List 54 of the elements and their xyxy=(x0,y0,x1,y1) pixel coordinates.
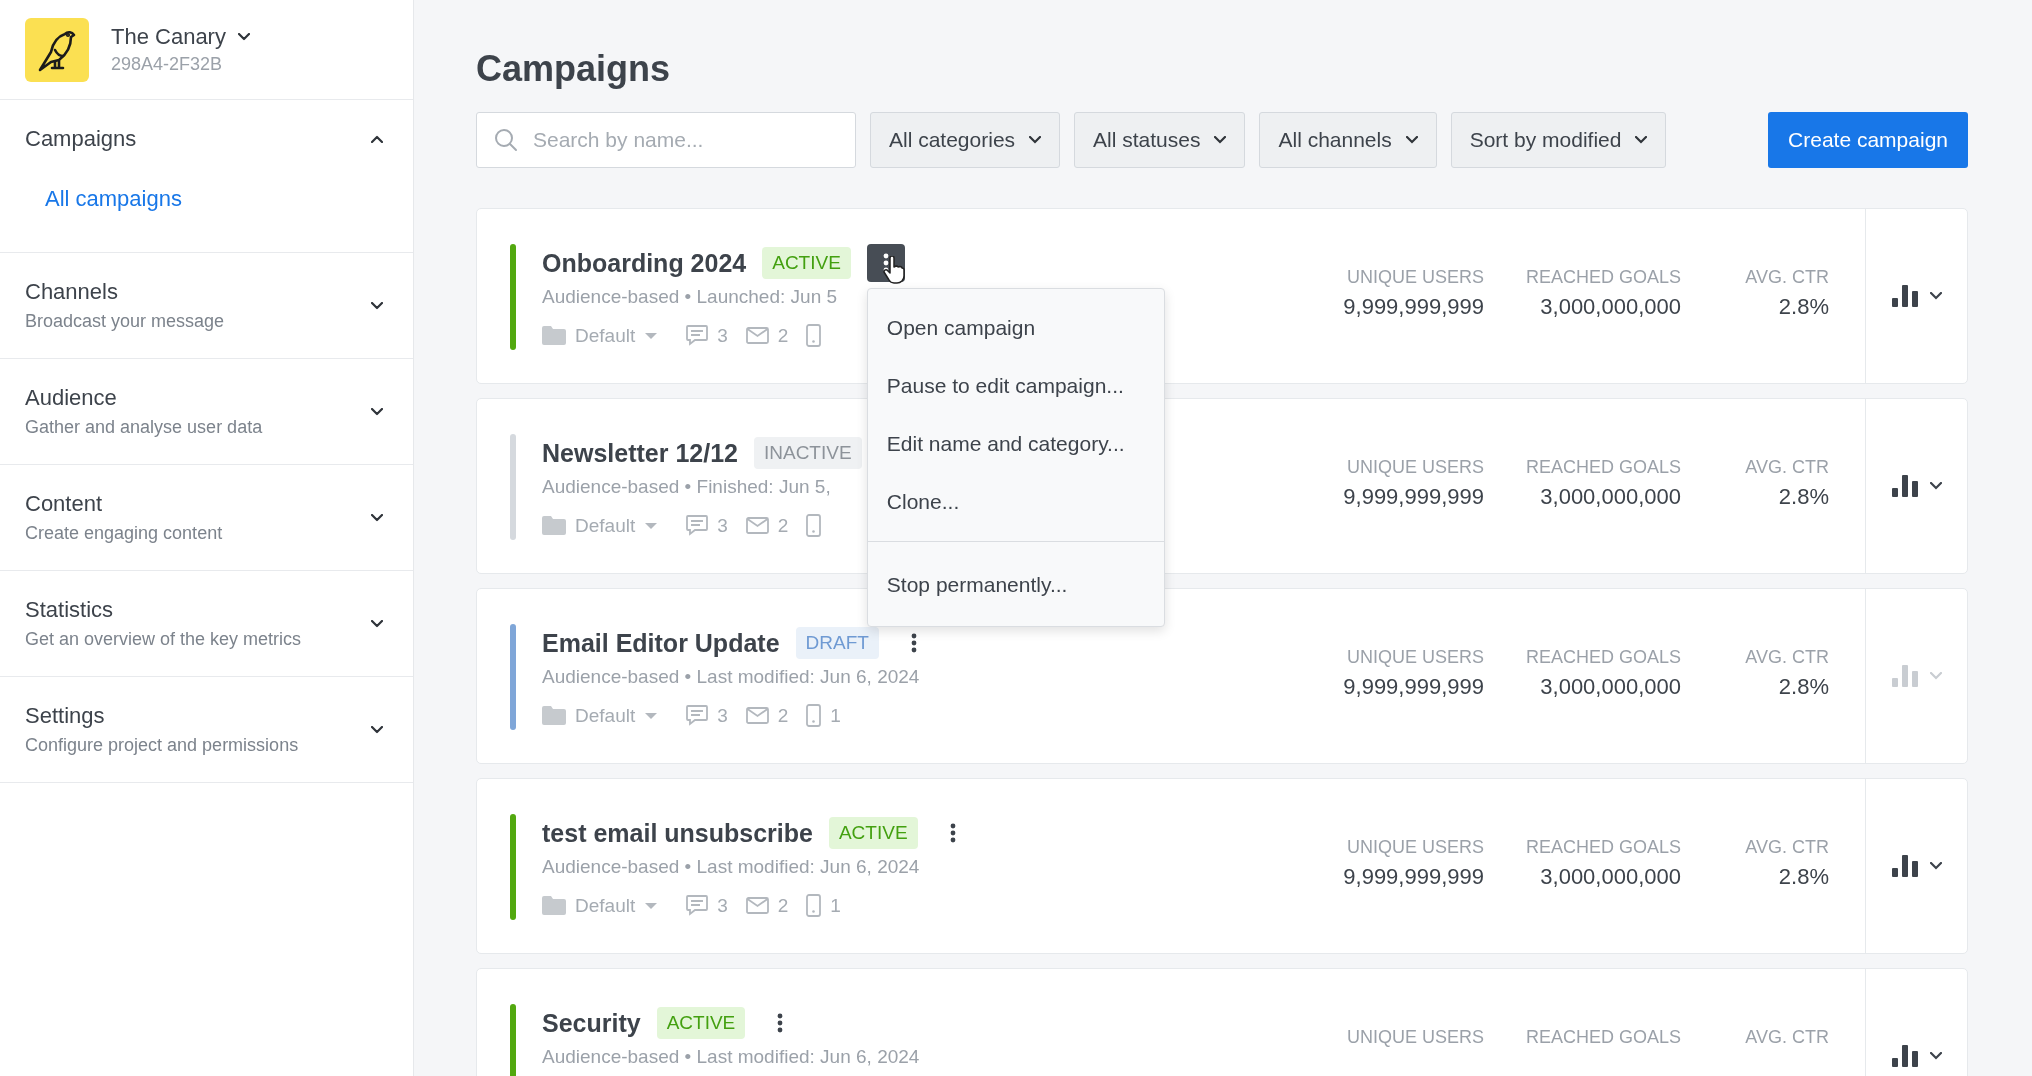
stat-label: UNIQUE USERS xyxy=(1345,457,1484,478)
campaign-name: Onboarding 2024 xyxy=(542,248,747,278)
status-badge: ACTIVE xyxy=(828,817,918,849)
stat-value: 9,999,999,999 xyxy=(1342,294,1484,320)
stat-value: 9,999,999,999 xyxy=(1342,864,1484,890)
stat-label: UNIQUE USERS xyxy=(1345,1027,1484,1048)
stat-label: REACHED GOALS xyxy=(1524,837,1681,858)
campaign-name: Security xyxy=(542,1008,641,1038)
stat-value: 3,000,000,000 xyxy=(1539,674,1681,700)
campaign-meta: Audience-based • Last modified: Jun 6, 2024 xyxy=(542,666,921,688)
stat-value: 3,000,000,000 xyxy=(1539,864,1681,890)
campaign-name: Newsletter 12/12 xyxy=(542,438,738,468)
stat-label: AVG. CTR xyxy=(1744,647,1829,668)
campaign-name: test email unsubscribe xyxy=(542,818,813,848)
device-count: 1 xyxy=(830,894,841,917)
page-title: Campaigns xyxy=(476,48,672,90)
stat-value: 2.8% xyxy=(1777,674,1829,700)
message-count: 3 xyxy=(717,704,728,727)
stat-label: REACHED GOALS xyxy=(1524,457,1681,478)
stat-label: UNIQUE USERS xyxy=(1345,647,1484,668)
stat-label: REACHED GOALS xyxy=(1524,1027,1681,1048)
stat-label: AVG. CTR xyxy=(1744,457,1829,478)
stat-label: UNIQUE USERS xyxy=(1345,837,1484,858)
stat-label: AVG. CTR xyxy=(1744,267,1829,288)
email-count: 2 xyxy=(777,704,789,727)
stat-value: 3,000,000,000 xyxy=(1539,294,1681,320)
message-count: 3 xyxy=(717,324,728,347)
stat-label: REACHED GOALS xyxy=(1524,647,1681,668)
stat-label: UNIQUE USERS xyxy=(1345,267,1484,288)
stat-label: AVG. CTR xyxy=(1744,1027,1829,1048)
workspace-id: 298A4-2F32B xyxy=(111,54,224,75)
stat-label: REACHED GOALS xyxy=(1524,267,1681,288)
status-badge: ACTIVE xyxy=(656,1007,746,1039)
email-count: 2 xyxy=(777,324,789,347)
campaign-meta: Audience-based • Last modified: Jun 6, 2024 xyxy=(542,1046,920,1068)
stat-value: 2.8% xyxy=(1777,864,1829,890)
message-count: 3 xyxy=(717,514,728,537)
email-count: 2 xyxy=(777,514,789,537)
campaign-meta: Audience-based • Launched: Jun 5 xyxy=(542,286,839,308)
stat-value: 9,999,999,999 xyxy=(1342,484,1484,510)
stat-value: 2.8% xyxy=(1777,484,1829,510)
device-count: 1 xyxy=(830,704,841,727)
stat-value: 3,000,000,000 xyxy=(1539,484,1681,510)
campaign-meta: Audience-based • Finished: Jun 5, xyxy=(542,476,832,498)
status-badge: DRAFT xyxy=(795,627,879,659)
status-badge: ACTIVE xyxy=(762,247,851,279)
email-count: 2 xyxy=(777,894,789,917)
message-count: 3 xyxy=(717,894,728,917)
campaign-name: Email Editor Update xyxy=(542,628,780,658)
status-badge: INACTIVE xyxy=(753,437,862,469)
campaign-meta: Audience-based • Last modified: Jun 6, 2024 xyxy=(542,856,921,878)
stat-value: 9,999,999,999 xyxy=(1342,674,1484,700)
stat-label: AVG. CTR xyxy=(1744,837,1829,858)
stat-value: 2.8% xyxy=(1777,294,1829,320)
